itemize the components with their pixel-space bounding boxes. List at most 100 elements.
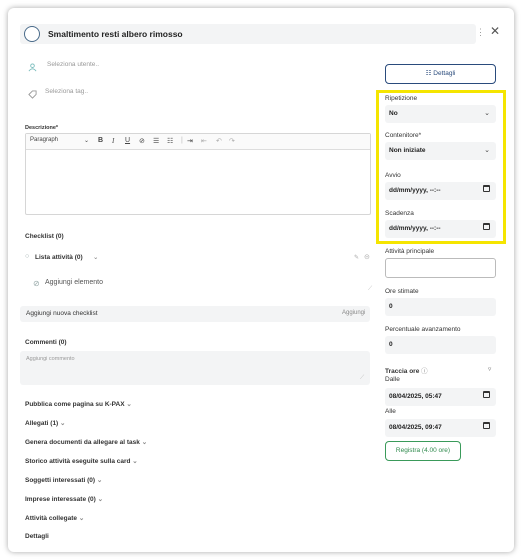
section-attachments[interactable]: Allegati (1) ⌄ <box>25 419 66 427</box>
estimated-hours-label: Ore stimate <box>385 288 419 295</box>
from-datetime-input[interactable]: 08/04/2025, 05:47 <box>385 388 496 406</box>
to-label: Alle <box>385 408 396 415</box>
comment-input[interactable]: Aggiungi commento ⟋ <box>20 351 370 385</box>
checklist-header: Checklist (0) <box>25 233 64 240</box>
container-value: Non iniziate <box>389 147 426 154</box>
resize-icon: ⟋ <box>360 375 365 381</box>
chevron-down-icon: ⌄ <box>97 496 104 503</box>
add-element-link[interactable]: Aggiungi elemento <box>45 279 103 286</box>
info-icon[interactable]: ⓘ <box>421 368 428 375</box>
comments-header: Commenti (0) <box>25 339 67 346</box>
more-options-icon[interactable]: ⋮ <box>476 27 485 38</box>
bold-icon[interactable]: B <box>98 137 103 144</box>
comment-placeholder: Aggiungi commento <box>26 356 75 362</box>
section-companies[interactable]: Imprese interessate (0) ⌄ <box>25 495 103 503</box>
track-time-label: Traccia ore ⓘ <box>385 365 428 375</box>
parent-activity-label: Attività principale <box>385 248 435 255</box>
description-editor[interactable]: Paragraph ⌄ B I U ⊘ ☰ ☷ | ⇥ ⇤ ↶ ↷ <box>25 133 371 215</box>
user-icon <box>28 63 37 74</box>
repetition-value: No <box>389 110 398 117</box>
section-details[interactable]: Dettagli <box>25 533 49 540</box>
calendar-icon[interactable] <box>483 223 490 230</box>
chevron-down-icon: ⌄ <box>78 515 85 522</box>
chevron-down-icon: ⌄ <box>60 420 66 427</box>
section-generate-docs[interactable]: Genera documenti da allegare al task ⌄ <box>25 438 147 446</box>
chevron-down-icon[interactable]: ⌄ <box>84 137 89 144</box>
to-value: 08/04/2025, 09:47 <box>389 424 442 431</box>
container-select[interactable]: Non iniziate ⌄ <box>385 142 496 160</box>
complete-toggle-icon[interactable] <box>24 26 40 42</box>
register-hours-button[interactable]: Registra (4.00 ore) <box>385 441 461 461</box>
circle-icon[interactable]: ○ <box>25 253 29 260</box>
progress-value: 0 <box>389 341 393 348</box>
section-publish-label: Pubblica come pagina su K-PAX <box>25 401 125 408</box>
link-icon[interactable]: ⊘ <box>139 137 145 145</box>
container-label: Contenitore* <box>385 132 422 139</box>
list-icon: ☷ <box>425 70 432 77</box>
estimated-hours-input[interactable]: 0 <box>385 298 496 316</box>
indent-icon[interactable]: ⇥ <box>187 137 193 145</box>
section-history[interactable]: Storico attività eseguite sulla card ⌄ <box>25 457 138 465</box>
redo-icon[interactable]: ↷ <box>229 137 235 145</box>
chevron-down-icon: ⌄ <box>484 110 490 117</box>
section-companies-label: Imprese interessate (0) <box>25 496 96 503</box>
italic-icon[interactable]: I <box>112 137 114 145</box>
select-user-input[interactable]: Seleziona utente.. <box>47 61 99 68</box>
progress-input[interactable]: 0 <box>385 336 496 354</box>
paragraph-select[interactable]: Paragraph <box>30 137 58 143</box>
section-subjects-label: Soggetti interessati (0) <box>25 477 96 484</box>
close-icon[interactable]: ✕ <box>490 24 500 38</box>
progress-label: Percentuale avanzamento <box>385 326 461 333</box>
task-card: Smaltimento resti albero rimosso ⋮ ✕ Sel… <box>8 8 514 552</box>
underline-icon[interactable]: U <box>125 137 130 144</box>
chevron-down-icon: ⌄ <box>126 401 132 408</box>
separator-icon: | <box>181 137 183 144</box>
plus-circle-icon[interactable]: ⊘ <box>33 279 40 288</box>
section-attachments-label: Allegati (1) <box>25 420 59 427</box>
due-datetime-input[interactable]: dd/mm/yyyy, --:-- <box>385 220 496 238</box>
chevron-down-icon[interactable]: ⌄ <box>93 253 98 261</box>
section-linked-activities-label: Attività collegate <box>25 515 78 522</box>
from-label: Dalle <box>385 376 400 383</box>
section-generate-docs-label: Genera documenti da allegare al task <box>25 439 140 446</box>
calendar-icon[interactable] <box>483 391 490 398</box>
tag-icon <box>28 90 37 101</box>
task-title[interactable]: Smaltimento resti albero rimosso <box>48 29 183 39</box>
new-checklist-placeholder: Aggiungi nuova checklist <box>26 310 98 317</box>
track-time-text: Traccia ore <box>385 368 420 375</box>
add-checklist-button[interactable]: Aggiungi <box>342 310 365 316</box>
calendar-icon[interactable] <box>483 185 490 192</box>
calendar-icon[interactable] <box>483 422 490 429</box>
parent-activity-input[interactable] <box>385 258 496 278</box>
start-value: dd/mm/yyyy, --:-- <box>389 187 441 194</box>
to-datetime-input[interactable]: 08/04/2025, 09:47 <box>385 419 496 437</box>
due-label: Scadenza <box>385 210 414 217</box>
start-label: Avvio <box>385 172 401 179</box>
resize-icon: ⟋ <box>368 286 373 292</box>
description-label: Descrizione* <box>25 125 59 131</box>
title-bar[interactable]: Smaltimento resti albero rimosso <box>20 24 476 44</box>
undo-icon[interactable]: ↶ <box>216 137 222 145</box>
section-linked-activities[interactable]: Attività collegate ⌄ <box>25 514 84 522</box>
chevron-down-icon: ⌄ <box>132 458 138 465</box>
filter-icon[interactable]: ▿ <box>488 365 491 373</box>
repetition-select[interactable]: No ⌄ <box>385 105 496 123</box>
section-history-label: Storico attività eseguite sulla card <box>25 458 131 465</box>
editor-toolbar: Paragraph ⌄ B I U ⊘ ☰ ☷ | ⇥ ⇤ ↶ ↷ <box>26 134 370 150</box>
section-details-label: Dettagli <box>25 533 49 540</box>
estimated-hours-value: 0 <box>389 303 393 310</box>
section-publish[interactable]: Pubblica come pagina su K-PAX ⌄ <box>25 400 132 408</box>
chevron-down-icon: ⌄ <box>96 477 103 484</box>
numbered-list-icon[interactable]: ☷ <box>167 137 173 145</box>
section-subjects[interactable]: Soggetti interessati (0) ⌄ <box>25 476 102 484</box>
activity-list-label[interactable]: Lista attività (0) <box>35 254 83 261</box>
details-button[interactable]: ☷ Dettagli <box>385 64 496 84</box>
start-datetime-input[interactable]: dd/mm/yyyy, --:-- <box>385 182 496 200</box>
select-tag-input[interactable]: Seleziona tag.. <box>45 88 88 95</box>
options-icon[interactable]: ⊝ <box>364 253 370 261</box>
edit-icon[interactable]: ✎ <box>354 254 359 261</box>
new-checklist-input[interactable]: Aggiungi nuova checklist <box>20 306 370 322</box>
outdent-icon[interactable]: ⇤ <box>201 137 207 145</box>
due-value: dd/mm/yyyy, --:-- <box>389 225 441 232</box>
bullet-list-icon[interactable]: ☰ <box>153 137 159 145</box>
